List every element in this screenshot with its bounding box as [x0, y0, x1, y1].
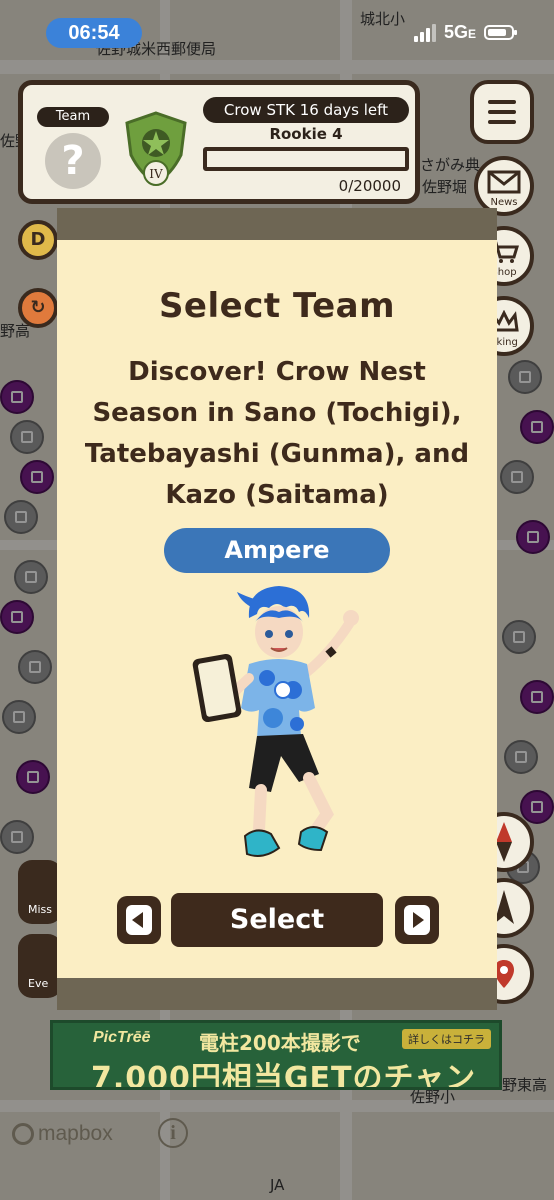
battery-icon	[484, 25, 517, 40]
ad-banner[interactable]: PicTrēē 電柱200本撮影で 7,000円相当GETのチャンス! 詳しくは…	[50, 1020, 502, 1090]
event-countdown-banner: Crow STK 16 days left	[203, 97, 409, 123]
info-icon[interactable]: i	[158, 1118, 188, 1148]
rank-name: Rookie 4	[269, 125, 343, 143]
modal-title: Select Team	[158, 286, 396, 326]
modal-content: Select Team Discover! Crow Nest Season i…	[57, 240, 497, 978]
team-label: Team	[37, 107, 109, 127]
rank-progress-bar	[203, 147, 409, 171]
ad-details-tag: 詳しくはコチラ	[402, 1029, 491, 1049]
status-time: 06:54	[46, 18, 142, 48]
rank-numeral: IV	[149, 167, 163, 181]
previous-team-button[interactable]	[117, 896, 161, 944]
refresh-button[interactable]: ↻	[18, 288, 58, 328]
network-type: 5GE	[443, 22, 476, 42]
team-character-illustration	[192, 586, 359, 857]
news-label: News	[490, 197, 518, 208]
status-indicators: 5GE	[413, 22, 517, 43]
news-button[interactable]: News	[474, 156, 534, 216]
events-label: Eve	[28, 977, 49, 990]
d-button[interactable]: D	[18, 220, 58, 260]
ad-brand: PicTrēē	[93, 1029, 151, 1046]
mapbox-attribution[interactable]: mapbox	[12, 1122, 113, 1146]
compass-icon	[496, 822, 512, 862]
select-team-button[interactable]: Select	[171, 893, 383, 947]
envelope-icon	[487, 170, 521, 194]
ad-offer: 7,000円相当GETのチャンス!	[91, 1061, 477, 1090]
select-team-modal: Select Team Discover! Crow Nest Season i…	[57, 208, 497, 1010]
signal-icon	[413, 23, 436, 42]
arrow-left-icon	[132, 912, 143, 928]
rank-shield-icon: IV	[125, 111, 187, 186]
rank-progress-text: 0/20000	[338, 177, 401, 195]
modal-description: Discover! Crow Nest Season in Sano (Toch…	[84, 357, 470, 510]
mapbox-label: mapbox	[38, 1122, 113, 1145]
ad-headline: 電柱200本撮影で	[199, 1031, 361, 1055]
team-name-badge: Ampere	[164, 528, 390, 573]
missions-button[interactable]: Miss	[18, 860, 62, 924]
hamburger-menu-button[interactable]	[470, 80, 534, 144]
next-team-button[interactable]	[395, 896, 439, 944]
missions-label: Miss	[28, 903, 53, 916]
refresh-icon: ↻	[30, 297, 46, 318]
mapbox-logo-icon	[12, 1123, 34, 1145]
team-unknown-icon[interactable]: ?	[45, 133, 101, 189]
player-status-panel: Team ? IV Crow STK 16 days left Rookie 4…	[18, 80, 420, 204]
arrow-right-icon	[413, 912, 424, 928]
events-button[interactable]: Eve	[18, 934, 62, 998]
